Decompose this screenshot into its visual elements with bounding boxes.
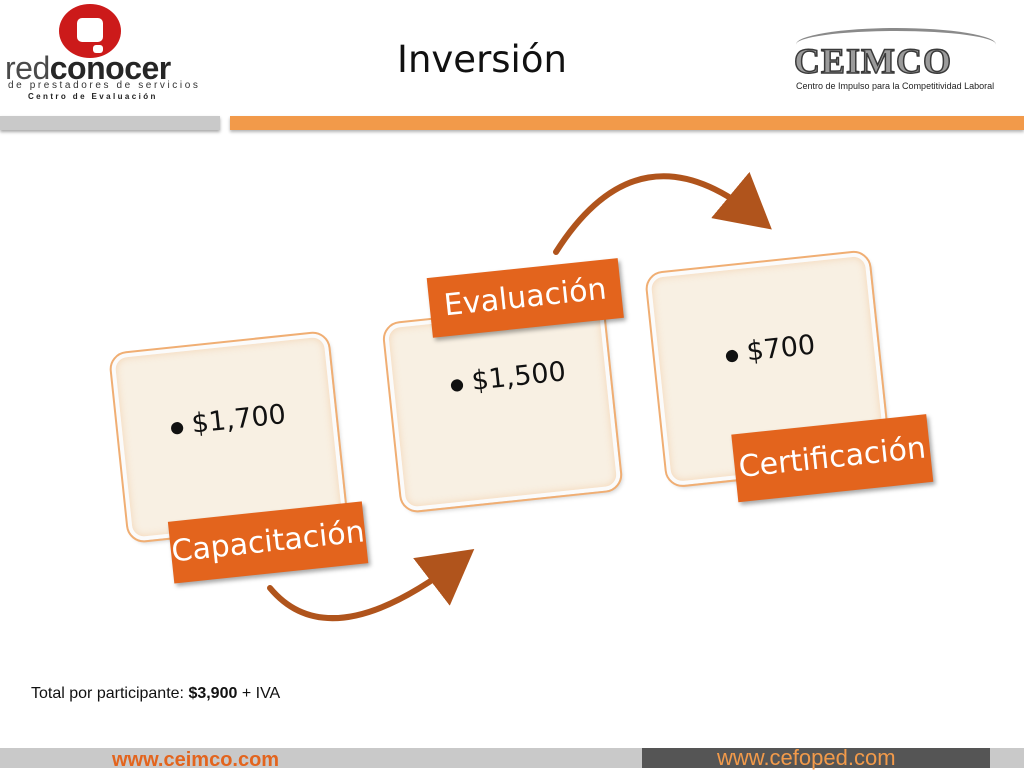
total-label: Total por participante:: [31, 685, 184, 702]
ceimco-website-link[interactable]: www.ceimco.com: [112, 749, 279, 772]
arrow-evaluacion-to-certificacion: [553, 171, 772, 255]
step-certificacion: ● $700 Certificación: [643, 247, 938, 516]
total-per-participant: Total por participante: $3,900 + IVA: [31, 685, 280, 703]
cefoped-website-link[interactable]: www.cefoped.com: [717, 745, 896, 771]
investment-diagram: ● $1,700 Capacitación Evaluación ● $1,500 …: [0, 0, 1024, 768]
total-suffix: + IVA: [241, 685, 281, 702]
step-card: [381, 299, 624, 515]
total-amount: $3,900: [188, 685, 238, 702]
step-evaluacion: Evaluación ● $1,500: [378, 250, 642, 515]
step-capacitacion: ● $1,700 Capacitación: [107, 329, 369, 593]
